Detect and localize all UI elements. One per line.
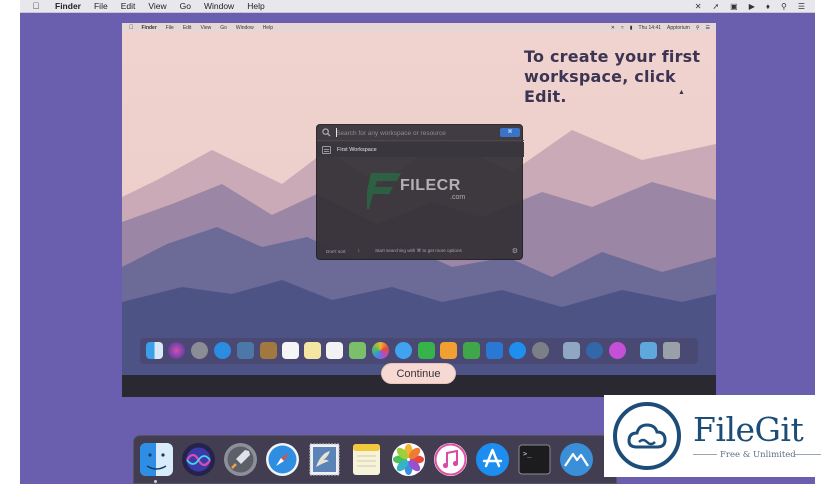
filegit-watermark-badge: FileGit Free & Unlimited xyxy=(604,395,828,477)
text-caret xyxy=(336,128,337,137)
downloads-folder-icon xyxy=(640,342,657,359)
notification-center-icon[interactable]: ☰ xyxy=(798,2,805,11)
apple-menu-icon[interactable]:  xyxy=(29,1,43,11)
menu-view[interactable]: View xyxy=(148,1,166,11)
notes-icon[interactable] xyxy=(349,442,384,477)
calendar-icon xyxy=(282,342,299,359)
inner-dock xyxy=(140,338,698,364)
search-icon xyxy=(322,128,331,137)
finder-running-indicator xyxy=(154,480,157,483)
app-store-icon xyxy=(509,342,526,359)
pages-icon xyxy=(440,342,457,359)
sort-dropdown[interactable]: Don't sort xyxy=(326,249,346,254)
inner-battery-icon: ▮ xyxy=(629,24,633,31)
finder-icon[interactable] xyxy=(139,442,174,477)
keynote-icon xyxy=(486,342,503,359)
inner-notification-icon: ☰ xyxy=(705,24,710,31)
photos-icon[interactable] xyxy=(391,442,426,477)
finder-icon xyxy=(146,342,163,359)
inner-menu-go: Go xyxy=(215,24,227,31)
tools-icon[interactable]: ✕ xyxy=(695,2,702,11)
svg-text:>_: >_ xyxy=(523,450,532,458)
continue-button[interactable]: Continue xyxy=(381,363,456,384)
menu-edit[interactable]: Edit xyxy=(121,1,136,11)
menu-extras: ✕ ➚ ▣ ▶ ♦ ⚲ ☰ xyxy=(695,0,805,13)
gear-icon[interactable]: ⚙ xyxy=(512,247,518,255)
menu-bar:  Finder File Edit View Go Window Help ✕… xyxy=(20,0,815,13)
reminders-icon xyxy=(326,342,343,359)
filegit-name: FileGit xyxy=(693,410,804,449)
photo-icon xyxy=(237,342,254,359)
menu-window[interactable]: Window xyxy=(204,1,234,11)
menu-app-name[interactable]: Finder xyxy=(55,1,81,11)
mail-stamp-icon[interactable] xyxy=(307,442,342,477)
sort-caret-icon[interactable]: ↕ xyxy=(358,248,361,254)
watermark-text: FILECR xyxy=(400,177,461,194)
search-mode-button[interactable]: ⌘ xyxy=(500,128,520,137)
inner-menu-window: Window xyxy=(231,24,254,31)
filegit-tagline: Free & Unlimited xyxy=(720,450,796,460)
inner-menu-edit: Edit xyxy=(178,24,192,31)
maps-icon xyxy=(349,342,366,359)
hint-line-1: To create your first xyxy=(524,47,701,66)
tagline-rule-right xyxy=(795,454,821,455)
itunes-icon[interactable] xyxy=(433,442,468,477)
stickies-icon xyxy=(304,342,321,359)
inner-menu-file: File xyxy=(161,24,174,31)
launchpad-icon[interactable] xyxy=(223,442,258,477)
pin-icon[interactable]: ➚ xyxy=(712,2,719,11)
inner-menu-app-name: Finder xyxy=(137,24,157,31)
search-row: ⌘ xyxy=(317,125,524,141)
facetime-icon xyxy=(418,342,435,359)
lock-icon[interactable]: ▣ xyxy=(730,2,738,11)
safari-icon[interactable] xyxy=(265,442,300,477)
numbers-icon xyxy=(463,342,480,359)
watermark-subtext: .com xyxy=(450,194,466,201)
messages-icon xyxy=(395,342,412,359)
trash-icon xyxy=(663,342,680,359)
menu-file[interactable]: File xyxy=(94,1,108,11)
workspace-icon xyxy=(322,145,331,154)
dock: >_ xyxy=(133,435,617,484)
system-preferences-icon xyxy=(532,342,549,359)
safari-icon xyxy=(214,342,231,359)
spotlight-icon[interactable]: ⚲ xyxy=(781,2,787,11)
inner-spotlight-icon: ⚲ xyxy=(695,24,700,31)
apptorium-icon xyxy=(586,342,603,359)
menu-go[interactable]: Go xyxy=(180,1,191,11)
flower-icon xyxy=(609,342,626,359)
bell-icon[interactable]: ♦ xyxy=(766,2,770,11)
terminal-icon[interactable]: >_ xyxy=(517,442,552,477)
search-tip: Start searching with ⌘ to get more optio… xyxy=(375,248,462,253)
inner-menu-help: Help xyxy=(258,24,273,31)
onboarding-hint: To create your first workspace, click Ed… xyxy=(524,47,709,107)
hint-line-2: workspace, click Edit. xyxy=(524,67,676,106)
inner-wifi-icon: ≈ xyxy=(621,24,624,31)
notes-icon xyxy=(260,342,277,359)
panel-footer: Don't sort ↕ Start searching with ⌘ to g… xyxy=(317,243,524,259)
search-input[interactable] xyxy=(336,128,491,138)
photos-icon xyxy=(372,342,389,359)
inner-menu-bar:  Finder File Edit View Go Window Help ✕… xyxy=(122,23,716,32)
hint-arrow-icon: ▲ xyxy=(678,89,685,96)
app-preview-window:  Finder File Edit View Go Window Help ✕… xyxy=(122,23,716,397)
siri-icon xyxy=(168,342,185,359)
menu-help[interactable]: Help xyxy=(247,1,264,11)
inner-clock: Thu 14:41 xyxy=(638,24,662,31)
inner-user: Apptorium xyxy=(667,24,690,31)
inner-menu-extras: ✕ ≈ ▮ Thu 14:41 Apptorium ⚲ ☰ xyxy=(611,23,710,32)
filegit-logo-icon xyxy=(613,402,681,470)
launchpad-icon xyxy=(191,342,208,359)
apptorium-mountain-icon[interactable] xyxy=(559,442,594,477)
shield-icon[interactable]: ▶ xyxy=(749,2,755,11)
siri-icon[interactable] xyxy=(181,442,216,477)
inner-tools-icon: ✕ xyxy=(610,24,615,31)
inner-menu-view: View xyxy=(195,24,211,31)
inner-apple-icon:  xyxy=(129,25,134,31)
workspace-label: First Workspace xyxy=(337,146,377,153)
app-store-icon[interactable] xyxy=(475,442,510,477)
preview-icon xyxy=(563,342,580,359)
workspace-list-item[interactable]: First Workspace xyxy=(317,142,524,157)
tagline-rule-left xyxy=(693,454,717,455)
